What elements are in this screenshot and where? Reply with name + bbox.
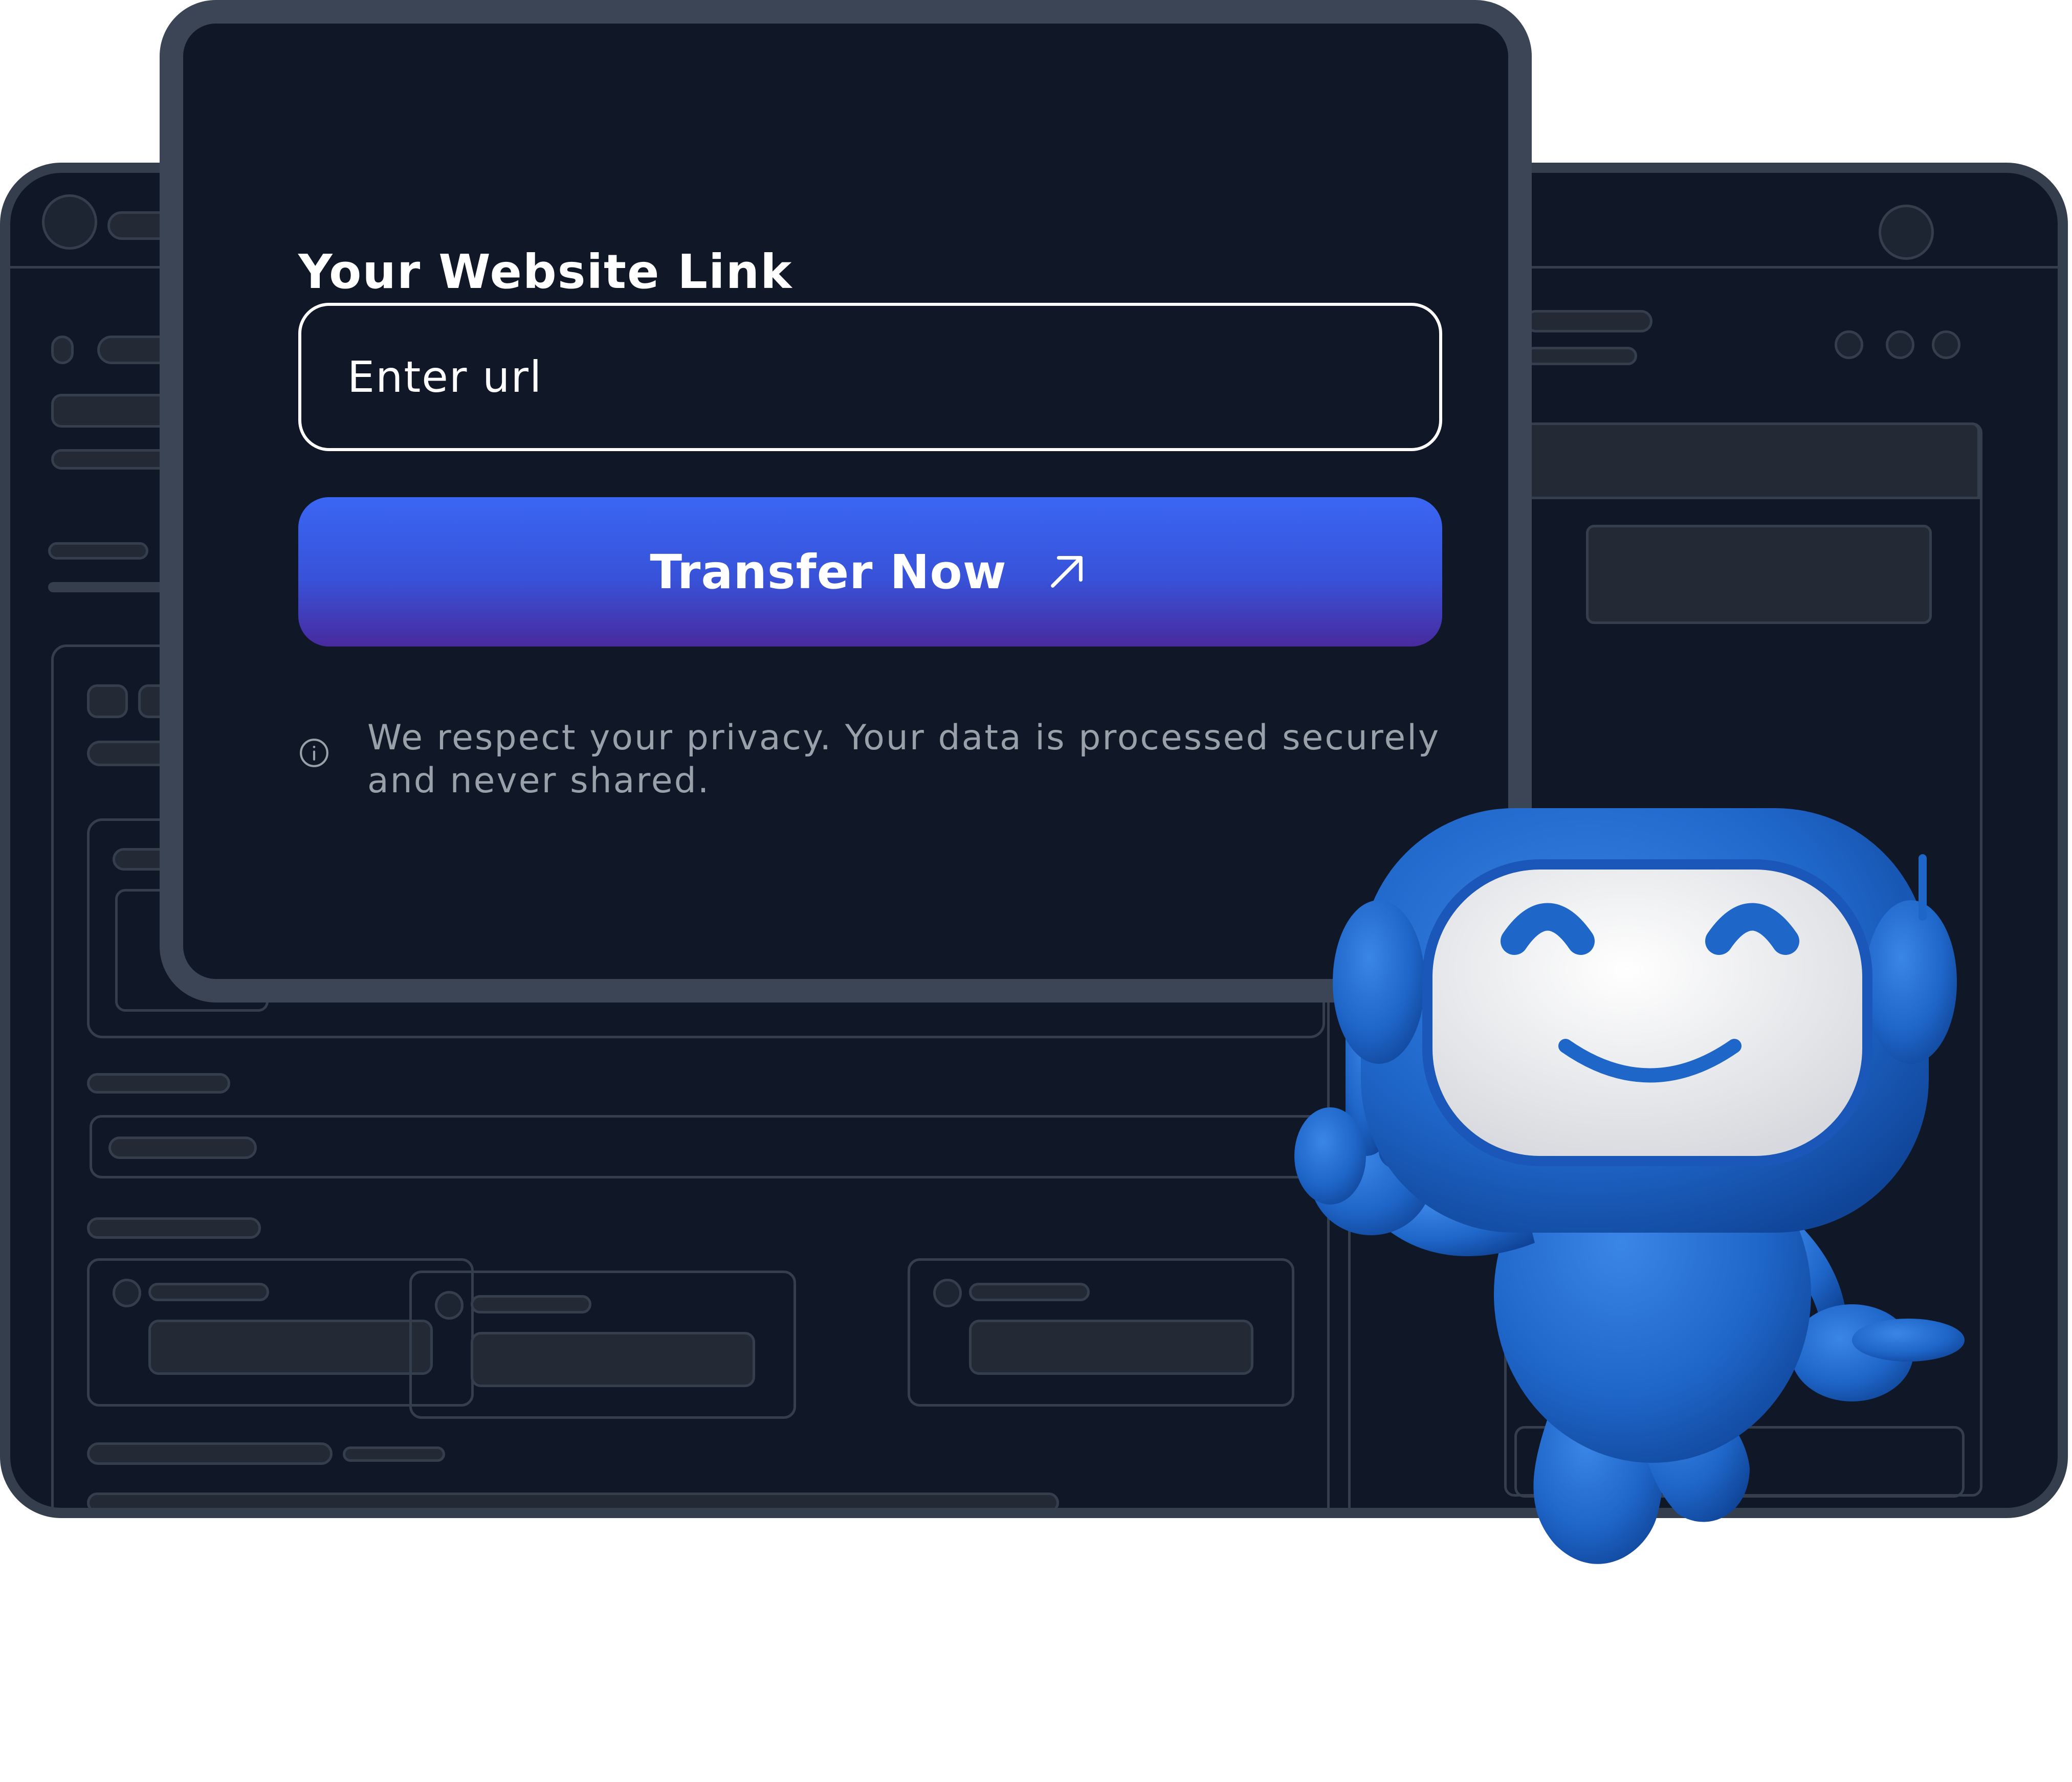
skeleton-line	[87, 1493, 1059, 1508]
window-avatar-placeholder-left	[42, 194, 97, 250]
arrow-up-right-icon	[1050, 556, 1083, 588]
skeleton-toggle	[51, 336, 74, 364]
skeleton-line	[87, 1442, 333, 1465]
skeleton-block	[471, 1332, 755, 1387]
transfer-now-button[interactable]: Transfer Now	[298, 497, 1442, 647]
url-input[interactable]	[298, 303, 1442, 451]
skeleton-line	[471, 1295, 591, 1313]
robot-mascot	[1294, 808, 1965, 1564]
skeleton-block	[1586, 525, 1932, 624]
skeleton-block	[148, 1320, 433, 1375]
skeleton-line	[148, 1283, 269, 1301]
window-control-dot	[1932, 330, 1960, 359]
transfer-now-label: Transfer Now	[650, 544, 1007, 599]
window-control-dot	[1835, 330, 1863, 359]
skeleton-line	[87, 1073, 230, 1094]
skeleton-line	[343, 1446, 445, 1462]
skeleton-line	[48, 542, 148, 560]
skeleton-line	[108, 1137, 257, 1159]
skeleton-avatar	[113, 1279, 141, 1307]
info-icon	[300, 739, 328, 767]
skeleton-line	[1525, 347, 1637, 365]
window-control-dot	[1886, 330, 1914, 359]
skeleton-line	[87, 1217, 261, 1239]
skeleton-line	[1525, 310, 1652, 332]
form-title: Your Website Link	[298, 244, 793, 299]
skeleton-field	[90, 1115, 1328, 1178]
skeleton-chip	[87, 684, 128, 718]
skeleton-avatar	[435, 1291, 464, 1320]
skeleton-line	[969, 1283, 1090, 1301]
skeleton-avatar	[933, 1279, 962, 1307]
window-avatar-placeholder-right	[1879, 205, 1934, 260]
